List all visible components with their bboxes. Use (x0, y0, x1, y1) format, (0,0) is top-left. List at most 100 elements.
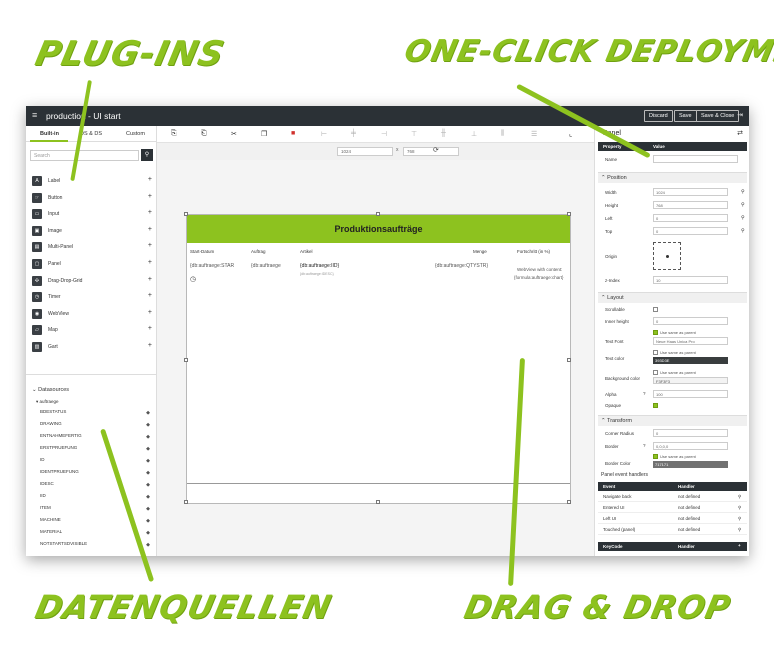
paste-icon[interactable]: ⎗ (201, 130, 207, 138)
add-icon[interactable]: + (148, 342, 152, 349)
search-icon[interactable]: ⚲ (741, 189, 745, 195)
search-icon[interactable]: ⚲ (741, 215, 745, 221)
design-canvas[interactable]: Produktionsaufträge Start-Datum Auftrag … (157, 160, 594, 556)
add-icon[interactable]: + (148, 259, 152, 266)
add-icon[interactable]: + (148, 193, 152, 200)
scrollable-checkbox[interactable] (653, 307, 658, 312)
drag-icon[interactable]: ◆ (146, 422, 150, 428)
resize-handle[interactable] (184, 358, 188, 362)
component-item[interactable]: ▢ Panel + (30, 258, 152, 270)
resize-handle[interactable] (376, 500, 380, 504)
cell-artikel-sub[interactable]: {db:auftraege:IDESC} (300, 272, 334, 276)
text-font-select[interactable]: Neue Haas Unica Pro (653, 337, 728, 345)
text-color-swatch[interactable]: 393D3E (653, 357, 728, 364)
canvas-width-input[interactable]: 1024 (337, 147, 393, 156)
section-layout[interactable]: ⌃ Layout (598, 292, 747, 303)
position-input[interactable]: 768 (653, 201, 728, 209)
snap-corner-icon[interactable]: ⌞ (569, 130, 572, 138)
drag-icon[interactable]: ◆ (146, 530, 150, 536)
drag-icon[interactable]: ◆ (146, 458, 150, 464)
save-close-button[interactable]: Save & Close (696, 110, 740, 122)
drag-icon[interactable]: ◆ (146, 434, 150, 440)
add-icon[interactable]: + (148, 226, 152, 233)
component-item[interactable]: ◷ Timer + (30, 291, 152, 303)
event-row[interactable]: Entered UI not defined ⚲ (598, 503, 747, 513)
canvas-height-input[interactable]: 768 (403, 147, 459, 156)
search-icon[interactable]: ⚲ (741, 228, 745, 234)
color-parent-checkbox[interactable] (653, 350, 658, 355)
tab-builtin[interactable]: Built-in (40, 131, 59, 137)
section-transform[interactable]: ⌃ Transform (598, 415, 747, 426)
event-row[interactable]: Navigate back not defined ⚲ (598, 492, 747, 502)
component-item[interactable]: ☞ Button + (30, 192, 152, 204)
add-icon[interactable]: + (148, 309, 152, 316)
add-icon[interactable]: + (148, 292, 152, 299)
delete-icon[interactable]: ■ (291, 130, 295, 137)
bg-color-swatch[interactable]: F3F3F3 (653, 377, 728, 384)
exit-icon[interactable]: ⇥ (737, 111, 743, 119)
resize-handle[interactable] (567, 212, 571, 216)
opaque-checkbox[interactable] (653, 403, 658, 408)
datasource-field[interactable]: ERSTPRUEFUNG ◆ (40, 445, 150, 455)
align-right-icon[interactable]: ⊣ (381, 130, 387, 138)
cell-fortschritt[interactable]: WebView with content: (517, 267, 562, 272)
position-input[interactable]: 0 (653, 214, 728, 222)
drag-icon[interactable]: ◆ (146, 518, 150, 524)
search-input[interactable]: Search (30, 150, 139, 161)
page-title[interactable]: Produktionsaufträge (187, 215, 570, 243)
border-color-swatch[interactable]: 717171 (653, 461, 728, 468)
copy-icon[interactable]: ⎘ (171, 130, 177, 138)
panel-page[interactable]: Produktionsaufträge Start-Datum Auftrag … (184, 212, 571, 504)
align-center-icon[interactable]: ╪ (351, 130, 356, 137)
align-left-icon[interactable]: ⊢ (321, 130, 327, 138)
save-button[interactable]: Save (674, 110, 697, 122)
resize-handle[interactable] (184, 500, 188, 504)
search-icon[interactable]: ⚲ (141, 149, 153, 161)
datasource-field[interactable]: ITEM ◆ (40, 505, 150, 515)
discard-button[interactable]: Discard (644, 110, 673, 122)
cell-artikel[interactable]: {db:auftraege:IID} (300, 263, 339, 269)
search-icon[interactable]: ⚲ (741, 202, 745, 208)
event-row[interactable]: Touched (panel) not defined ⚲ (598, 525, 747, 535)
drag-icon[interactable]: ◆ (146, 482, 150, 488)
datasource-field[interactable]: ENTNAHMEFERTIG ◆ (40, 433, 150, 443)
cell-fortschritt-sub[interactable]: {formula:auftraege:chart} (514, 275, 564, 280)
border-input[interactable]: 0,0,0,0 (653, 442, 728, 450)
datasource-field[interactable]: ID ◆ (40, 457, 150, 467)
position-input[interactable]: 1024 (653, 188, 728, 196)
position-input[interactable]: 0 (653, 227, 728, 235)
add-icon[interactable]: + (148, 325, 152, 332)
datasource-node[interactable]: ▾ auftraege (36, 399, 59, 405)
add-icon[interactable]: + (738, 543, 741, 548)
drag-icon[interactable]: ◆ (146, 494, 150, 500)
swap-icon[interactable]: ⇄ (737, 129, 743, 137)
search-icon[interactable]: ⚲ (738, 505, 741, 511)
origin-picker[interactable] (653, 242, 681, 270)
align-middle-icon[interactable]: ╫ (441, 130, 446, 137)
search-icon[interactable]: ⚲ (738, 516, 741, 522)
section-position[interactable]: ⌃ Position (598, 172, 747, 183)
component-item[interactable]: ▤ Multi-Panel + (30, 241, 152, 253)
search-icon[interactable]: ⚲ (738, 527, 741, 533)
datasource-field[interactable]: DRAWING ◆ (40, 421, 150, 431)
datasources-header[interactable]: ⌄ Datasources (32, 387, 69, 393)
component-item[interactable]: ▣ Image + (30, 225, 152, 237)
align-bottom-icon[interactable]: ⊥ (471, 130, 477, 138)
drag-icon[interactable]: ◆ (146, 470, 150, 476)
drag-icon[interactable]: ◆ (146, 542, 150, 548)
resize-handle[interactable] (376, 212, 380, 216)
resize-handle[interactable] (567, 358, 571, 362)
menu-icon[interactable]: ≡ (32, 110, 37, 120)
inner-height-input[interactable]: 0 (653, 317, 728, 325)
rotate-icon[interactable]: ⟳ (433, 146, 439, 154)
align-top-icon[interactable]: ⊤ (411, 130, 417, 138)
search-icon[interactable]: ⚲ (738, 494, 741, 500)
tab-ds[interactable]: DS & DS (80, 131, 102, 137)
cell-start[interactable]: {db:auftraege:STAR (190, 263, 234, 269)
cut-icon[interactable]: ✂ (231, 130, 237, 138)
datasource-field[interactable]: BDESTATUS ◆ (40, 409, 150, 419)
component-item[interactable]: ▱ Map + (30, 324, 152, 336)
event-row[interactable]: Left UI not defined ⚲ (598, 514, 747, 524)
datasource-field[interactable]: NOTSTARTSDVISIBLE ◆ (40, 541, 150, 551)
corner-radius-input[interactable]: 0 (653, 429, 728, 437)
